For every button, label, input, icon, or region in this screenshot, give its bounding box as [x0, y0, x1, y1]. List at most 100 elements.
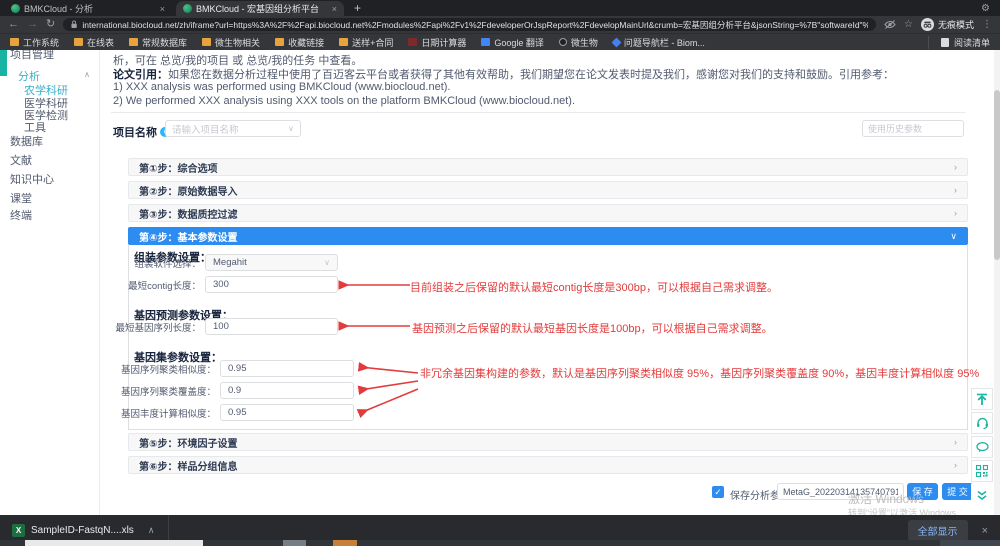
folder-icon — [339, 38, 348, 46]
sidebar-item-literature[interactable]: 文献 — [10, 152, 32, 168]
step-2-header[interactable]: 第②步：原始数据导入› — [128, 181, 968, 199]
bookmark-folder[interactable]: 收藏链接 — [275, 36, 324, 49]
site-icon — [408, 38, 417, 46]
incognito-indicator: 无痕模式 — [921, 18, 974, 31]
bookmark-folder[interactable]: 常规数据库 — [129, 36, 187, 49]
sidebar-item-database[interactable]: 数据库 — [10, 133, 43, 149]
bookmark-folder[interactable]: 送样+合同 — [339, 36, 393, 49]
gene-annotation: 基因预测之后保留的默认最短基因长度是100bp，可以根据自己需求调整。 — [412, 320, 773, 336]
abundance-identity-input[interactable]: 0.95 — [220, 404, 354, 421]
kebab-menu-icon[interactable]: ⋮ — [982, 20, 992, 30]
history-params-input[interactable] — [862, 120, 964, 137]
folder-icon — [202, 38, 211, 46]
new-tab-button[interactable]: + — [354, 2, 361, 14]
bookmarks-bar: 工作系统 在线表 常规数据库 微生物相关 收藏链接 送样+合同 日期计算器 Go… — [0, 33, 1000, 50]
downloaded-file-chip[interactable]: X SampleID-FastqN....xls ∧ — [12, 524, 154, 537]
address-bar[interactable]: international.biocloud.net/zh/iframe?url… — [63, 18, 876, 31]
chevron-right-icon: › — [954, 437, 957, 447]
chevron-right-icon: › — [954, 460, 957, 470]
abundance-identity-row: 基因丰度计算相似度： 0.95 — [113, 404, 354, 421]
abundance-identity-label: 基因丰度计算相似度： — [113, 406, 216, 420]
customer-service-button[interactable] — [971, 412, 993, 434]
chevron-up-icon: ∧ — [84, 70, 90, 79]
bmkcloud-favicon-icon — [183, 4, 192, 13]
step-3-header[interactable]: 第③步：数据质控过滤› — [128, 204, 968, 222]
reading-list-icon — [941, 38, 949, 47]
save-params-checkbox[interactable]: ✓ — [712, 486, 724, 498]
browser-tab-metagenome[interactable]: BMKCloud - 宏基因组分析平台 × — [176, 1, 344, 16]
citation-line: 论文引用：如果您在数据分析过程中使用了百迈客云平台或者获得了其他有效帮助，我们期… — [113, 66, 894, 82]
submit-button[interactable]: 提 交 — [942, 483, 973, 500]
taskbar-app-block — [283, 540, 306, 546]
tab-close-icon[interactable]: × — [332, 4, 337, 14]
folder-icon — [74, 38, 83, 46]
citation-label: 论文引用： — [113, 69, 168, 81]
min-gene-input[interactable]: 100 — [205, 318, 338, 335]
back-icon[interactable]: ← — [8, 19, 19, 30]
show-all-downloads-button[interactable]: 全部显示 — [908, 520, 968, 541]
browser-tab-analysis[interactable]: BMKCloud - 分析 × — [4, 1, 172, 16]
bmkcloud-favicon-icon — [11, 4, 20, 13]
sidebar-item-classroom[interactable]: 课堂 — [10, 190, 32, 206]
step-4-header[interactable]: 第④步：基本参数设置∨ — [128, 227, 968, 245]
page-scrollbar-thumb[interactable] — [994, 90, 1000, 260]
chevron-down-icon: ∨ — [950, 231, 957, 242]
eye-off-icon[interactable] — [884, 20, 896, 29]
sidebar-item-project-management[interactable]: 项目管理 — [10, 50, 54, 62]
step-4-panel — [128, 245, 968, 430]
cluster-identity-row: 基因序列聚类相似度： 0.95 — [113, 360, 354, 377]
bookmark-site[interactable]: 微生物 — [559, 36, 598, 49]
url-text: international.biocloud.net/zh/iframe?url… — [82, 19, 868, 31]
bookmark-star-icon[interactable]: ☆ — [904, 20, 913, 30]
screen: BMKCloud - 分析 × BMKCloud - 宏基因组分析平台 × + … — [0, 0, 1000, 546]
browser-toolbar: ← → ↻ international.biocloud.net/zh/ifra… — [0, 16, 1000, 33]
citation-ref-2: 2) We performed XXX analysis using XXX t… — [113, 95, 575, 107]
windows-watermark-line1: 激活 Windows — [848, 490, 924, 507]
cluster-coverage-input[interactable]: 0.9 — [220, 382, 354, 399]
cluster-coverage-row: 基因序列聚类覆盖度： 0.9 — [113, 382, 354, 399]
tab-title: BMKCloud - 分析 — [24, 2, 156, 15]
lock-icon — [71, 20, 77, 29]
back-to-top-button[interactable] — [971, 388, 993, 410]
min-gene-row: 最短基因序列长度： 100 — [113, 318, 338, 335]
collapse-toolbar-button[interactable] — [971, 484, 993, 506]
bmkcloud-page: 项目管理 分析 ∧ 农学科研 医学科研 医学检测 工具 数据库 文献 知识中心 … — [0, 50, 1000, 515]
feedback-chat-button[interactable] — [971, 436, 993, 458]
bookmark-folder[interactable]: 工作系统 — [10, 36, 59, 49]
browser-tab-strip: BMKCloud - 分析 × BMKCloud - 宏基因组分析平台 × + … — [0, 0, 1000, 16]
bookmark-folder[interactable]: 微生物相关 — [202, 36, 260, 49]
close-download-bar-icon[interactable]: × — [982, 525, 988, 537]
bookmark-site[interactable]: 问题导航栏 - Biom... — [613, 36, 705, 49]
divider — [111, 112, 966, 113]
bookmark-folder[interactable]: 在线表 — [74, 36, 114, 49]
chat-bubble-icon — [976, 442, 989, 453]
step-6-header[interactable]: 第⑥步：样品分组信息› — [128, 456, 968, 474]
tab-close-icon[interactable]: × — [160, 4, 165, 14]
taskbar-app-block — [333, 540, 357, 546]
forward-icon[interactable]: → — [27, 19, 38, 30]
reading-list-button[interactable]: 阅读清单 — [928, 36, 990, 49]
sidebar-item-terminal[interactable]: 终端 — [10, 207, 32, 223]
sidebar-item-knowledge[interactable]: 知识中心 — [10, 171, 54, 187]
page-scrollbar-track — [994, 50, 1000, 515]
min-gene-label: 最短基因序列长度： — [113, 320, 201, 334]
min-contig-row: 最短contig长度： 300 — [113, 276, 338, 293]
gear-icon[interactable]: ⚙ — [981, 3, 990, 14]
bookmark-site[interactable]: 日期计算器 — [408, 36, 466, 49]
chevron-up-icon[interactable]: ∧ — [148, 525, 155, 536]
folder-icon — [129, 38, 138, 46]
project-name-select[interactable]: 请输入项目名称 ∨ — [165, 120, 301, 137]
step-1-header[interactable]: 第①步：综合选项› — [128, 158, 968, 176]
reload-icon[interactable]: ↻ — [46, 19, 55, 30]
assembly-software-select[interactable]: Megahit ∨ — [205, 254, 338, 271]
min-contig-input[interactable]: 300 — [205, 276, 338, 293]
taskbar-window-preview — [25, 540, 203, 546]
cluster-identity-input[interactable]: 0.95 — [220, 360, 354, 377]
qr-code-button[interactable] — [971, 460, 993, 482]
folder-icon — [10, 38, 19, 46]
step-5-header[interactable]: 第⑤步：环境因子设置› — [128, 433, 968, 451]
bookmark-site[interactable]: Google 翻译 — [481, 36, 544, 49]
geneset-annotation: 非冗余基因集构建的参数，默认是基因序列聚类相似度 95%，基因序列聚类覆盖度 9… — [420, 365, 979, 381]
tab-title: BMKCloud - 宏基因组分析平台 — [196, 2, 328, 15]
min-contig-label: 最短contig长度： — [113, 278, 201, 292]
